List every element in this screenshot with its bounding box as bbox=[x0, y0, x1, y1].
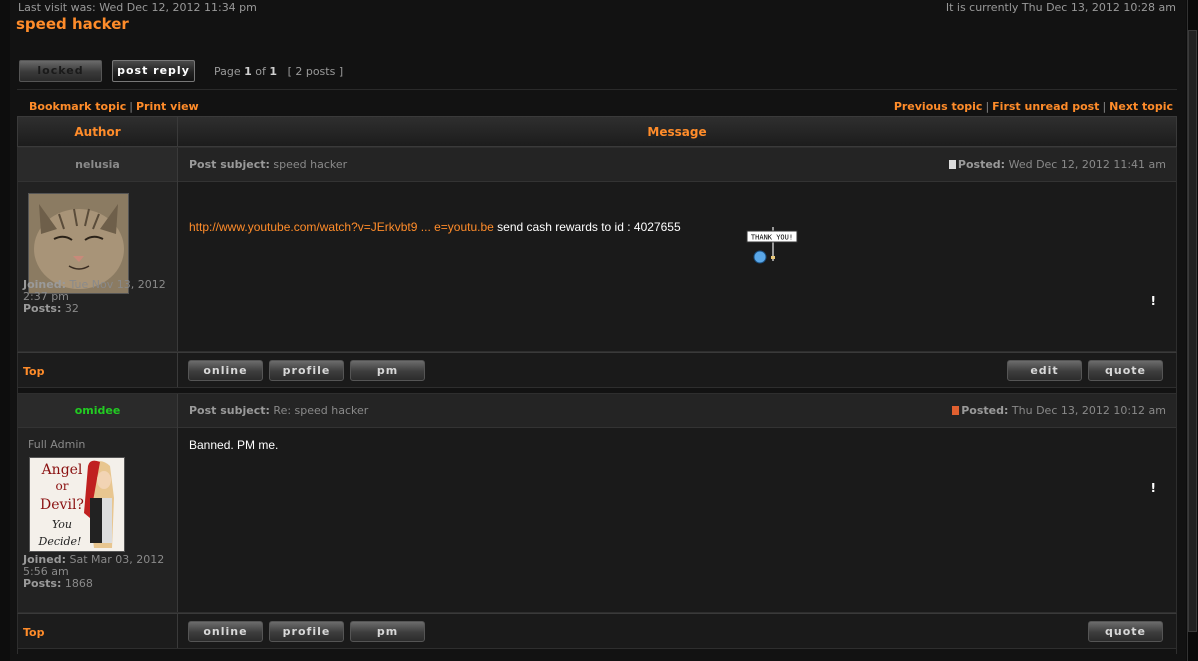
youtube-link[interactable]: http://www.youtube.com/watch?v=JErkvbt9 … bbox=[189, 220, 494, 234]
post-text: send cash rewards to id : 4027655 bbox=[493, 220, 681, 234]
posts-label: Posts: bbox=[23, 302, 62, 315]
post-count-value: 1868 bbox=[64, 577, 93, 590]
author-profile-info: Joined: Tue Nov 13, 2012 2:37 pm Posts: … bbox=[23, 279, 178, 315]
print-view-link[interactable]: Print view bbox=[136, 100, 199, 113]
post-2-actions: Top online profile pm quote bbox=[17, 613, 1177, 649]
vertical-scrollbar[interactable] bbox=[1187, 0, 1198, 661]
post-1: nelusia Post subject: speed hacker Poste… bbox=[17, 147, 1177, 352]
post-subject-row: Post subject: Re: speed hacker Posted: T… bbox=[178, 394, 1176, 428]
avatar-text-angel: Angel bbox=[41, 462, 83, 478]
post-count-value: 32 bbox=[64, 302, 79, 315]
scrollbar-thumb[interactable] bbox=[1188, 30, 1197, 632]
current-time-text: It is currently Thu Dec 13, 2012 10:28 a… bbox=[945, 1, 1176, 14]
next-topic-link[interactable]: Next topic bbox=[1109, 100, 1173, 113]
pm-button[interactable]: pm bbox=[350, 360, 425, 381]
post-2: omidee Post subject: Re: speed hacker Po… bbox=[17, 393, 1177, 613]
topic-title[interactable]: speed hacker bbox=[16, 15, 129, 33]
avatar-text-devil: Devil? bbox=[40, 497, 84, 513]
edit-button[interactable]: edit bbox=[1007, 360, 1082, 381]
post-body: http://www.youtube.com/watch?v=JErkvbt9 … bbox=[189, 220, 681, 234]
avatar-text-or: or bbox=[56, 479, 69, 493]
posted-label: Posted: bbox=[957, 158, 1006, 171]
page-current: 1 bbox=[244, 65, 252, 78]
nav-separator: | bbox=[1102, 100, 1107, 113]
avatar-text-decide: Decide! bbox=[38, 535, 82, 548]
online-button[interactable]: online bbox=[188, 360, 263, 381]
message-column-header: Message bbox=[647, 125, 707, 139]
last-visit-text: Last visit was: Wed Dec 12, 2012 11:34 p… bbox=[18, 1, 257, 14]
post-date: Thu Dec 13, 2012 10:12 am bbox=[1011, 404, 1166, 417]
online-button[interactable]: online bbox=[188, 621, 263, 642]
unread-post-icon[interactable] bbox=[952, 406, 960, 415]
posts-table: Author Message nelusia Post subject: spe… bbox=[17, 116, 1177, 654]
table-header: Author Message bbox=[17, 116, 1177, 147]
smiley-sign-text: THANK YOU! bbox=[751, 234, 793, 242]
post-reply-button[interactable]: post reply bbox=[112, 60, 195, 82]
bookmark-topic-link[interactable]: Bookmark topic bbox=[29, 100, 126, 113]
post-icon[interactable] bbox=[948, 160, 956, 169]
pm-button[interactable]: pm bbox=[350, 621, 425, 642]
page-total: 1 bbox=[269, 65, 278, 78]
report-icon[interactable]: ! bbox=[1151, 294, 1156, 308]
posts-label: Posts: bbox=[23, 577, 62, 590]
report-icon[interactable]: ! bbox=[1151, 481, 1156, 495]
post-date: Wed Dec 12, 2012 11:41 am bbox=[1008, 158, 1166, 171]
page-prefix: Page bbox=[214, 65, 241, 78]
avatar: Angel or Devil? You Decide! bbox=[29, 457, 125, 552]
posted-label: Posted: bbox=[961, 404, 1009, 417]
post-1-actions: Top online profile pm edit quote bbox=[17, 352, 1177, 388]
post-author-name[interactable]: omidee bbox=[18, 394, 177, 428]
post-subject-row: Post subject: speed hacker Posted: Wed D… bbox=[178, 148, 1176, 182]
subject-label: Post subject: bbox=[189, 404, 270, 417]
user-rank: Full Admin bbox=[28, 438, 86, 451]
first-unread-link[interactable]: First unread post bbox=[992, 100, 1099, 113]
page-of: of bbox=[255, 65, 266, 78]
quote-button[interactable]: quote bbox=[1088, 621, 1163, 642]
thank-you-smiley-icon: THANK YOU! bbox=[746, 227, 798, 271]
profile-button[interactable]: profile bbox=[269, 360, 344, 381]
post-subject: speed hacker bbox=[273, 158, 348, 171]
post-body: Banned. PM me. bbox=[189, 438, 279, 452]
post-count: [ 2 posts ] bbox=[287, 65, 344, 78]
subject-label: Post subject: bbox=[189, 158, 270, 171]
pagination: Page 1 of 1 [ 2 posts ] bbox=[214, 65, 343, 78]
avatar-text-you: You bbox=[52, 518, 72, 531]
top-link[interactable]: Top bbox=[23, 626, 44, 639]
topic-navbar: Bookmark topic | Print view Previous topic… bbox=[17, 89, 1177, 115]
previous-topic-link[interactable]: Previous topic bbox=[894, 100, 983, 113]
nav-separator: | bbox=[129, 100, 133, 113]
locked-button[interactable]: locked bbox=[19, 60, 102, 82]
profile-button[interactable]: profile bbox=[269, 621, 344, 642]
quote-button[interactable]: quote bbox=[1088, 360, 1163, 381]
post-subject: Re: speed hacker bbox=[273, 404, 369, 417]
nav-separator: | bbox=[985, 100, 990, 113]
author-column-header: Author bbox=[74, 125, 121, 139]
top-link[interactable]: Top bbox=[23, 365, 44, 378]
post-author-name[interactable]: nelusia bbox=[18, 148, 177, 182]
author-profile-info: Joined: Sat Mar 03, 2012 5:56 am Posts: … bbox=[23, 554, 178, 590]
